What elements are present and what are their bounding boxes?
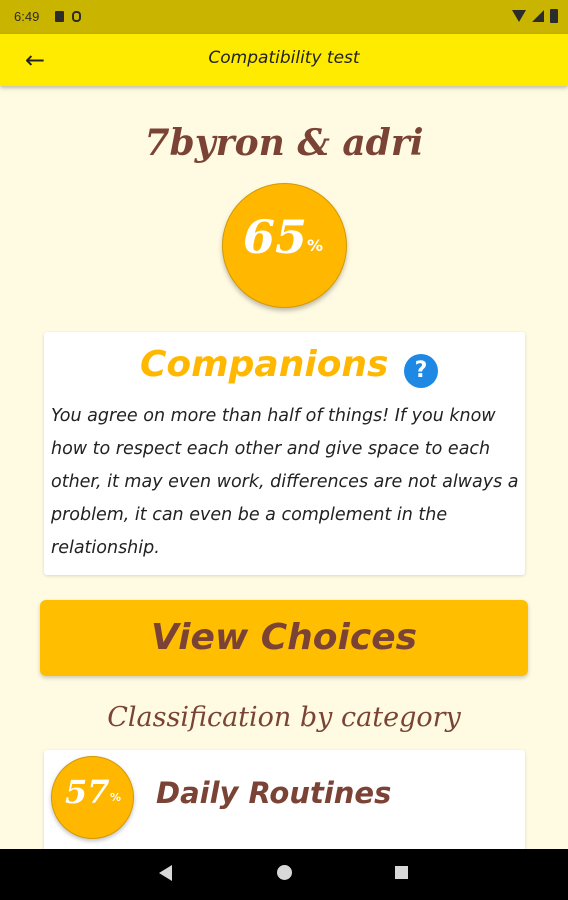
category-score-circle: 57 % <box>51 756 134 839</box>
view-choices-button[interactable]: View Choices <box>40 600 528 676</box>
navigation-bar <box>0 849 568 900</box>
battery-icon <box>550 9 558 23</box>
main-content[interactable]: 7byron & adri 65 % Companions ? You agre… <box>0 86 568 849</box>
nav-recents-icon[interactable] <box>395 866 408 879</box>
compatibility-percent: 65 <box>243 210 308 264</box>
nav-home-icon[interactable] <box>277 865 292 880</box>
app-title: Compatibility test <box>208 48 360 68</box>
couple-names: 7byron & adri <box>144 122 424 164</box>
storage-icon <box>72 11 81 22</box>
verdict-title: Companions <box>140 344 389 385</box>
category-card[interactable]: 57 % Daily Routines <box>44 750 525 849</box>
sim-card-icon <box>55 11 64 22</box>
view-choices-label: View Choices <box>150 617 418 658</box>
question-icon[interactable]: ? <box>404 354 438 388</box>
status-left-icons <box>55 11 81 22</box>
status-bar: 6:49 <box>0 0 568 34</box>
app-bar: ← Compatibility test <box>0 34 568 86</box>
category-percent: 57 <box>65 773 110 811</box>
category-percent-sign: % <box>110 791 122 804</box>
verdict-card: Companions ? You agree on more than half… <box>44 332 525 575</box>
category-name: Daily Routines <box>156 776 392 810</box>
nav-back-icon[interactable] <box>159 865 172 881</box>
status-time: 6:49 <box>14 9 40 24</box>
percent-sign: % <box>307 236 324 255</box>
verdict-description: You agree on more than half of things! I… <box>51 406 519 558</box>
status-right-icons <box>512 9 558 23</box>
wifi-icon <box>512 10 526 22</box>
classification-title: Classification by category <box>107 702 461 733</box>
signal-icon <box>532 10 544 22</box>
compatibility-score-circle: 65 % <box>222 183 347 308</box>
